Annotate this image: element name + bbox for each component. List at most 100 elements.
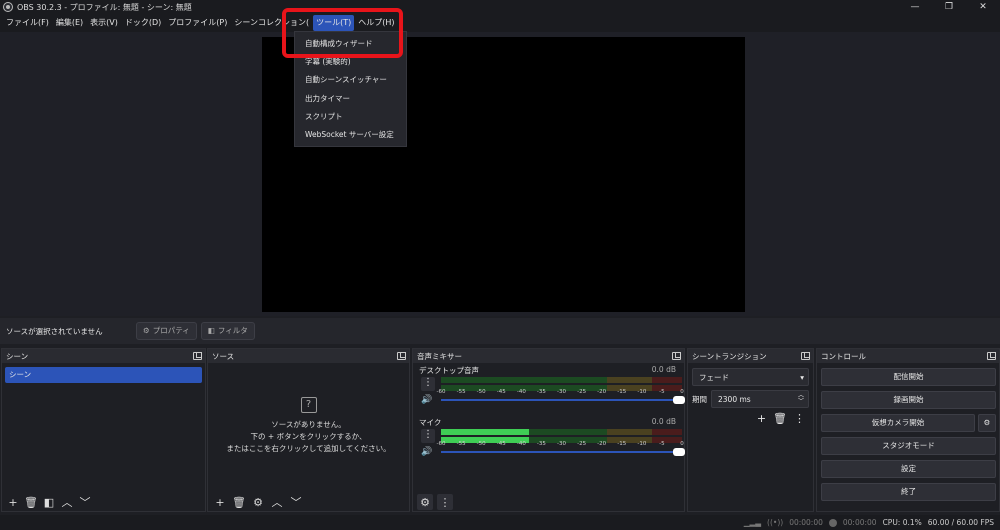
spin-arrows-icon[interactable]: ︿ ﹀ xyxy=(798,393,804,405)
channel-db: 0.0 dB xyxy=(651,365,676,374)
undock-icon[interactable] xyxy=(672,352,681,360)
mixer-channel: マイク 0.0 dB ⋮ -60 -55 -50 -45 -40 -35 -30 -25 -20… xyxy=(417,415,685,467)
properties-button[interactable]: ⚙ プロパティ xyxy=(136,322,197,340)
speaker-icon[interactable]: 🔊 xyxy=(421,395,432,405)
meter-tick-label: -40 xyxy=(516,441,526,447)
start-virtual-camera-button[interactable]: 仮想カメラ開始 xyxy=(821,414,975,432)
record-icon xyxy=(828,518,837,527)
transition-select[interactable]: フェード ▾ xyxy=(692,368,809,386)
slider-handle[interactable] xyxy=(673,448,685,456)
channel-name: マイク xyxy=(419,418,442,427)
meter-ticks: -60 -55 -50 -45 -40 -35 -30 -25 -20 -15 -10 -5 0 xyxy=(437,377,684,401)
audio-mixer-dock: 音声ミキサー デスクトップ音声 0.0 dB ⋮ -60 -55 -50 -45 -40… xyxy=(412,348,685,512)
highlight-box xyxy=(282,8,403,58)
speaker-icon[interactable]: 🔊 xyxy=(421,447,432,457)
more-options-icon[interactable]: ⋮ xyxy=(437,494,453,510)
settings-button[interactable]: 設定 xyxy=(821,460,996,478)
more-options-icon[interactable]: ⋮ xyxy=(421,429,435,443)
undock-icon[interactable] xyxy=(987,352,996,360)
filters-label: フィルタ xyxy=(217,326,248,335)
scene-list-item[interactable]: シーン xyxy=(5,367,202,383)
close-button[interactable]: ✕ xyxy=(966,0,1000,14)
gears-icon[interactable]: ⚙ xyxy=(417,494,433,510)
studio-mode-button[interactable]: スタジオモード xyxy=(821,437,996,455)
meter-tick-label: -45 xyxy=(496,441,506,447)
properties-bar: ソースが選択されていません ⚙ プロパティ ◧ フィルタ xyxy=(0,318,1000,344)
stream-time: 00:00:00 xyxy=(789,518,823,527)
meter-tick-label: -5 xyxy=(659,389,665,395)
menu-bar: ファイル(F) 編集(E) 表示(V) ドック(D) プロファイル(P) シーン… xyxy=(0,14,1000,32)
meter-tick-label: -25 xyxy=(577,389,587,395)
title-bar: OBS 30.2.3 - プロファイル: 無題 - シーン: 無題 — ❐ ✕ xyxy=(0,0,1000,14)
scenes-title: シーン xyxy=(6,351,29,361)
meter-tick-label: 0 xyxy=(680,441,684,447)
menu-profile[interactable]: プロファイル(P) xyxy=(165,15,230,31)
volume-slider[interactable] xyxy=(441,448,685,456)
add-source-button[interactable]: + xyxy=(212,494,228,510)
preview-area xyxy=(0,32,1000,316)
menu-dock[interactable]: ドック(D) xyxy=(122,15,164,31)
cpu-usage: CPU: 0.1% xyxy=(882,518,922,527)
start-streaming-button[interactable]: 配信開始 xyxy=(821,368,996,386)
maximize-button[interactable]: ❐ xyxy=(932,0,966,14)
gear-icon[interactable]: ⚙ xyxy=(250,494,266,510)
duration-value: 2300 ms xyxy=(718,394,751,404)
menu-item-scripts[interactable]: スクリプト xyxy=(295,108,406,126)
empty-line-1: ソースがありません。 xyxy=(271,420,346,429)
undock-icon[interactable] xyxy=(193,352,202,360)
trash-icon[interactable]: 🗑 xyxy=(23,494,39,510)
exit-button[interactable]: 終了 xyxy=(821,483,996,501)
menu-file[interactable]: ファイル(F) xyxy=(3,15,52,31)
trash-icon[interactable]: 🗑 xyxy=(773,412,787,425)
channel-db: 0.0 dB xyxy=(651,417,676,426)
record-time: 00:00:00 xyxy=(842,518,877,527)
obs-logo-icon xyxy=(3,2,13,12)
menu-view[interactable]: 表示(V) xyxy=(87,15,121,31)
mixer-title: 音声ミキサー xyxy=(417,351,462,361)
add-transition-button[interactable]: + xyxy=(757,412,766,425)
menu-item-output-timer[interactable]: 出力タイマー xyxy=(295,90,406,108)
empty-line-2: 下の + ボタンをクリックするか、 xyxy=(250,432,367,441)
meter-tick-label: 0 xyxy=(680,389,684,395)
meter-tick-label: -25 xyxy=(577,441,587,447)
properties-label: プロパティ xyxy=(152,326,190,335)
meter-tick-label: -35 xyxy=(536,389,546,395)
chevron-down-icon[interactable]: ﹀ xyxy=(77,494,93,510)
menu-edit[interactable]: 編集(E) xyxy=(53,15,86,31)
gear-icon[interactable]: ⚙ xyxy=(978,414,996,432)
more-options-icon[interactable]: ⋮ xyxy=(421,377,435,391)
meter-tick-label: -40 xyxy=(516,389,526,395)
chevron-up-icon[interactable]: ︿ xyxy=(269,494,285,510)
meter-tick-label: -20 xyxy=(597,441,607,447)
signal-icon: ▁▂▃ xyxy=(743,518,762,527)
undock-icon[interactable] xyxy=(397,352,406,360)
mixer-channel: デスクトップ音声 0.0 dB ⋮ -60 -55 -50 -45 -40 -35 -30-… xyxy=(417,363,685,415)
controls-dock: コントロール 配信開始 録画開始 仮想カメラ開始 ⚙ スタジオモード 設定 終了 xyxy=(816,348,1000,512)
filter-icon[interactable]: ◧ xyxy=(41,494,57,510)
trash-icon[interactable]: 🗑 xyxy=(231,494,247,510)
meter-tick-label: -15 xyxy=(617,441,627,447)
stream-icon: ((•)) xyxy=(767,518,784,527)
window-title: OBS 30.2.3 - プロファイル: 無題 - シーン: 無題 xyxy=(17,2,192,12)
sources-empty-message[interactable]: ? ソースがありません。 下の + ボタンをクリックするか、 またはここを右クリ… xyxy=(208,397,409,455)
meter-tick-label: -30 xyxy=(557,441,566,447)
chevron-up-icon[interactable]: ︿ xyxy=(59,494,75,510)
start-recording-button[interactable]: 録画開始 xyxy=(821,391,996,409)
menu-item-websocket-settings[interactable]: WebSocket サーバー設定 xyxy=(295,126,406,144)
filters-button[interactable]: ◧ フィルタ xyxy=(200,322,255,340)
duration-spinbox[interactable]: 2300 ms ︿ ﹀ xyxy=(711,390,809,408)
minimize-button[interactable]: — xyxy=(898,0,932,14)
fps-readout: 60.00 / 60.00 FPS xyxy=(927,518,994,527)
transitions-title: シーントランジション xyxy=(692,351,767,361)
undock-icon[interactable] xyxy=(801,352,810,360)
more-options-icon[interactable]: ⋮ xyxy=(794,412,805,425)
meter-tick-label: -50 xyxy=(476,441,486,447)
meter-tick-label: -55 xyxy=(456,389,466,395)
meter-tick-label: -20 xyxy=(597,389,607,395)
meter-tick-label: -10 xyxy=(637,441,647,447)
add-scene-button[interactable]: + xyxy=(5,494,21,510)
chevron-down-icon[interactable]: ﹀ xyxy=(288,494,304,510)
menu-item-auto-scene-switcher[interactable]: 自動シーンスイッチャー xyxy=(295,71,406,89)
slider-handle[interactable] xyxy=(673,396,685,404)
volume-slider[interactable] xyxy=(441,396,685,404)
